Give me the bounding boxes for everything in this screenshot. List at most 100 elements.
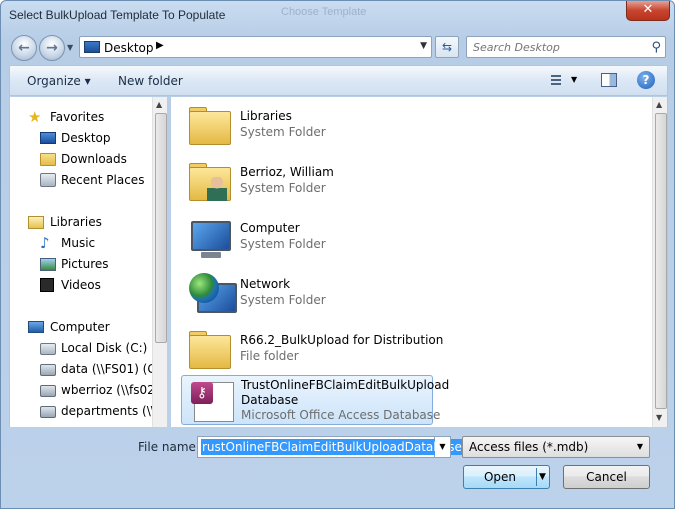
access-database-icon: ⚷ [188,378,236,424]
open-options-dropdown-icon[interactable]: ▼ [539,466,546,488]
file-type-filter[interactable]: Access files (*.mdb) ▼ [462,436,650,458]
libraries-folder-icon [187,103,235,149]
nav-item-wberrioz-drive[interactable]: wberrioz (\\fs02\ [10,380,152,400]
network-icon [187,271,237,317]
list-item[interactable]: Computer System Folder [181,213,433,263]
nav-item-data-drive[interactable]: data (\\FS01) (G:) [10,359,152,379]
nav-item-label: departments (\\F [61,404,152,418]
breadcrumb-chevron-icon[interactable]: ▶ [156,40,164,51]
open-button[interactable]: Open ▼ [463,465,550,489]
scroll-down-icon[interactable]: ▼ [656,413,662,422]
local-disk-icon [40,343,56,355]
search-input[interactable] [467,37,643,57]
search-icon[interactable]: ⚲ [651,40,661,55]
nav-item-label: data (\\FS01) (G:) [61,362,152,376]
new-folder-button[interactable]: New folder [118,74,183,88]
search-box[interactable]: ⚲ [466,36,666,58]
nav-item-libraries[interactable]: Libraries [10,212,152,232]
file-list-scrollbar[interactable]: ▲ ▼ [652,97,667,427]
address-location[interactable]: Desktop [104,41,154,55]
nav-item-label: Computer [50,320,110,334]
file-name-dropdown-button[interactable]: ▼ [435,436,451,458]
nav-item-label: Videos [61,278,101,292]
navigation-pane: ★ Favorites Desktop Downloads Recent Pla… [9,97,167,427]
preview-pane-icon[interactable] [601,73,617,87]
scroll-up-icon[interactable]: ▲ [156,100,162,109]
file-name: R66.2_BulkUpload for Distribution [240,333,444,347]
nav-item-music[interactable]: ♪ Music [10,233,152,253]
file-open-dialog: Select BulkUpload Template To Populate C… [0,0,675,509]
back-button[interactable]: ← [11,35,37,61]
file-type: File folder [240,349,299,363]
nav-item-label: Desktop [61,131,111,145]
address-dropdown-icon[interactable]: ▼ [420,41,427,51]
nav-item-videos[interactable]: Videos [10,275,152,295]
videos-icon [40,278,54,292]
computer-icon [28,321,44,333]
organize-button[interactable]: Organize ▾ [27,74,91,88]
forward-button[interactable]: → [39,35,65,61]
nav-item-desktop[interactable]: Desktop [10,128,152,148]
file-name: Network [240,277,291,291]
file-type: System Folder [240,237,326,251]
folder-icon [187,327,235,373]
file-name: Berrioz, William [240,165,334,179]
file-name: Libraries [240,109,292,123]
forward-arrow-icon: → [46,40,58,56]
file-type: System Folder [240,181,326,195]
file-name-input[interactable]: rustOnlineFBClaimEditBulkUploadDatabase [197,436,463,458]
list-item[interactable]: Network System Folder [181,269,433,319]
scroll-up-icon[interactable]: ▲ [656,100,662,109]
back-arrow-icon: ← [18,40,30,56]
address-bar[interactable]: Desktop ▶ ▼ [79,36,432,58]
nav-item-local-disk[interactable]: Local Disk (C:) [10,338,152,358]
downloads-icon [40,153,56,166]
network-drive-icon [40,406,56,418]
help-icon[interactable]: ? [637,71,655,89]
music-icon: ♪ [40,234,50,252]
recent-places-icon [40,173,56,187]
nav-item-downloads[interactable]: Downloads [10,149,152,169]
file-list-scroll-thumb[interactable] [655,113,667,409]
computer-icon [187,215,235,261]
file-list: Libraries System Folder Berrioz, William… [171,97,668,427]
nav-item-departments-drive[interactable]: departments (\\F [10,401,152,421]
title-bar[interactable]: Select BulkUpload Template To Populate C… [1,1,674,31]
desktop-icon [84,41,100,53]
nav-item-label: Local Disk (C:) [61,341,148,355]
list-item-selected[interactable]: ⚷ TrustOnlineFBClaimEditBulkUpload Datab… [181,375,449,425]
list-item[interactable]: Libraries System Folder [181,101,433,151]
network-drive-icon [40,364,56,376]
list-item[interactable]: R66.2_BulkUpload for Distribution File f… [181,325,443,375]
command-bar: Organize ▾ New folder ▼ ? [9,65,668,96]
refresh-icon: ⇆ [441,40,453,54]
nav-item-favorites[interactable]: ★ Favorites [10,107,152,127]
libraries-icon [28,216,44,229]
background-window-title: Choose Template [281,6,367,18]
cancel-button[interactable]: Cancel [563,465,650,489]
user-folder-icon [187,159,235,205]
nav-item-label: wberrioz (\\fs02\ [61,383,152,397]
list-item[interactable]: Berrioz, William System Folder [181,157,433,207]
refresh-button[interactable]: ⇆ [435,36,459,58]
nav-item-label: Pictures [61,257,109,271]
nav-item-pictures[interactable]: Pictures [10,254,152,274]
change-view-icon[interactable] [547,73,563,87]
file-name-line1: TrustOnlineFBClaimEditBulkUpload [241,378,450,392]
file-name-label: File name: [138,440,200,454]
nav-item-label: Downloads [61,152,127,166]
file-name-line2: Database [241,393,299,407]
desktop-icon [40,132,56,144]
split-divider [536,468,537,486]
chevron-down-icon: ▼ [636,442,643,451]
close-button[interactable]: ✕ [626,1,670,21]
view-dropdown-icon[interactable]: ▼ [571,75,577,84]
nav-item-recent-places[interactable]: Recent Places [10,170,152,190]
file-name-value[interactable]: rustOnlineFBClaimEditBulkUploadDatabase [201,439,463,455]
nav-pane-scrollbar[interactable]: ▲ [152,97,167,427]
nav-scroll-thumb[interactable] [155,113,167,343]
file-type: System Folder [240,125,326,139]
nav-item-label: Libraries [50,215,102,229]
nav-item-computer[interactable]: Computer [10,317,152,337]
recent-locations-dropdown-icon[interactable]: ▼ [67,43,73,52]
